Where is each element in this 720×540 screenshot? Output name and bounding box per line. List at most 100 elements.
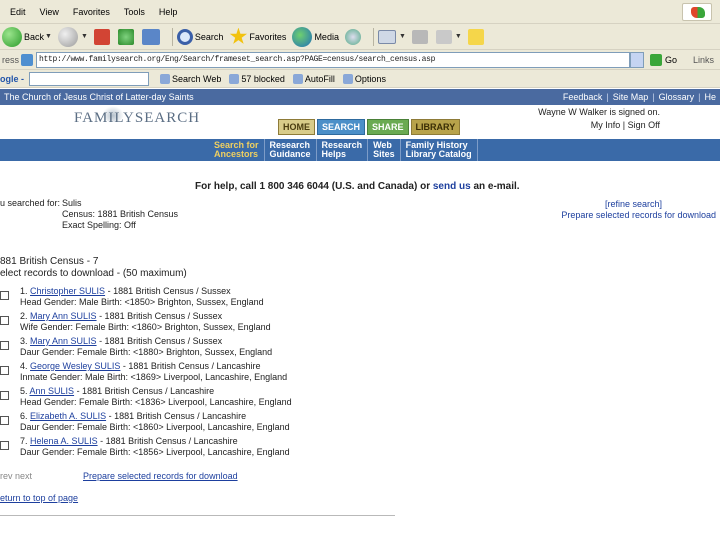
toolbar-separator [372, 27, 374, 46]
favorites-button[interactable]: Favorites [229, 27, 286, 46]
subnav-library-catalog[interactable]: Family History Library Catalog [401, 139, 478, 161]
send-us-link[interactable]: send us [433, 181, 471, 192]
list-item: 2. Mary Ann SULIS - 1881 British Census … [0, 311, 340, 336]
feedback-link[interactable]: Feedback [559, 92, 607, 102]
home-icon [141, 28, 160, 45]
record-detail: Head Gender: Female Birth: <1836> Liverp… [20, 397, 292, 407]
record-checkbox[interactable] [0, 441, 9, 450]
help-message: For help, call 1 800 346 6044 (U.S. and … [195, 181, 520, 192]
record-detail: Wife Gender: Female Birth: <1860> Bright… [20, 322, 271, 332]
record-name-link[interactable]: Helena A. SULIS [30, 436, 98, 446]
menu-edit[interactable]: Edit [10, 7, 26, 17]
menu-view[interactable]: View [40, 7, 59, 17]
autofill-button[interactable]: AutoFill [292, 73, 335, 84]
links-button[interactable]: Links [693, 55, 714, 65]
list-item: 6. Elizabeth A. SULIS - 1881 British Cen… [0, 411, 340, 436]
tab-home[interactable]: HOME [278, 119, 315, 135]
results-title: 881 British Census - 7 [0, 256, 99, 267]
home-button[interactable] [141, 28, 162, 45]
note-button[interactable] [467, 28, 486, 45]
church-title[interactable]: The Church of Jesus Christ of Latter-day… [0, 92, 194, 102]
record-name-link[interactable]: Mary Ann SULIS [30, 336, 97, 346]
print-button[interactable] [411, 29, 430, 44]
record-checkbox[interactable] [0, 341, 9, 350]
back-button[interactable]: Back ▼ [2, 26, 52, 47]
address-bar: ress http://www.familysearch.org/Eng/Sea… [0, 50, 720, 70]
media-icon [292, 26, 313, 47]
prepare-download-link-bottom[interactable]: Prepare selected records for download [83, 471, 238, 481]
return-to-top-link[interactable]: eturn to top of page [0, 493, 78, 503]
subnav-research-guidance[interactable]: Research Guidance [265, 139, 317, 161]
familysearch-header: FAMILYSEARCH HOME SEARCH SHARE LIBRARY W… [0, 105, 720, 139]
google-search-input[interactable] [29, 71, 149, 86]
media-button[interactable]: Media [292, 26, 339, 47]
refine-search-link[interactable]: [refine search] [605, 199, 662, 209]
history-icon [344, 28, 361, 45]
record-checkbox[interactable] [0, 416, 9, 425]
search-button[interactable]: Search [176, 28, 223, 45]
record-checkbox[interactable] [0, 291, 9, 300]
sign-off-link[interactable]: Sign Off [628, 120, 660, 130]
search-census: Census: 1881 British Census [62, 209, 179, 219]
mail-dropdown-icon[interactable]: ▼ [399, 33, 406, 40]
back-dropdown-icon[interactable]: ▼ [45, 33, 52, 40]
menu-tools[interactable]: Tools [124, 7, 145, 17]
help-link[interactable]: He [700, 92, 720, 102]
record-name-link[interactable]: Mary Ann SULIS [30, 311, 97, 321]
my-info-link[interactable]: My Info [591, 120, 621, 130]
forward-arrow-icon [57, 26, 78, 47]
record-checkbox[interactable] [0, 391, 9, 400]
prepare-download-link-top[interactable]: Prepare selected records for download [561, 210, 716, 220]
subnav-search-ancestors[interactable]: Search for Ancestors [209, 139, 265, 161]
search-exact-spelling: Exact Spelling: Off [62, 220, 136, 230]
google-logo[interactable]: ogle - [0, 74, 26, 84]
menu-help[interactable]: Help [159, 7, 178, 17]
results-list: 1. Christopher SULIS - 1881 British Cens… [0, 286, 340, 461]
record-name-link[interactable]: Elizabeth A. SULIS [30, 411, 106, 421]
menu-favorites[interactable]: Favorites [73, 7, 110, 17]
edit-button[interactable]: ▼ [435, 29, 462, 44]
go-button[interactable]: Go [665, 55, 677, 65]
printer-icon [411, 29, 428, 44]
record-name-link[interactable]: Christopher SULIS [30, 286, 105, 296]
google-search-web-button[interactable]: Search Web [160, 73, 221, 84]
windows-flag-icon [682, 3, 712, 21]
record-name-link[interactable]: Ann SULIS [30, 386, 75, 396]
go-arrow-icon[interactable] [650, 53, 662, 66]
main-tabs: HOME SEARCH SHARE LIBRARY [278, 119, 462, 135]
record-name-link[interactable]: George Wesley SULIS [30, 361, 120, 371]
options-button[interactable]: Options [342, 73, 386, 84]
google-toolbar: ogle - Search Web 57 blocked AutoFill Op… [0, 70, 720, 88]
record-detail: Inmate Gender: Male Birth: <1869> Liverp… [20, 372, 288, 382]
record-checkbox[interactable] [0, 366, 9, 375]
divider [0, 515, 395, 516]
subnav-research-helps[interactable]: Research Helps [317, 139, 369, 161]
tab-library[interactable]: LIBRARY [410, 119, 461, 135]
forward-button[interactable]: ▼ [57, 26, 88, 47]
history-button[interactable] [344, 28, 363, 45]
tab-share[interactable]: SHARE [367, 119, 409, 135]
tab-search[interactable]: SEARCH [317, 119, 366, 135]
list-item: 7. Helena A. SULIS - 1881 British Census… [0, 436, 340, 461]
popup-blocked-button[interactable]: 57 blocked [229, 73, 285, 84]
toolbar-separator [171, 27, 173, 46]
glossary-link[interactable]: Glossary [655, 92, 699, 102]
list-item: 4. George Wesley SULIS - 1881 British Ce… [0, 361, 340, 386]
address-input[interactable]: http://www.familysearch.org/Eng/Search/f… [36, 51, 630, 68]
list-item: 1. Christopher SULIS - 1881 British Cens… [0, 286, 340, 311]
refresh-button[interactable] [117, 28, 136, 45]
address-dropdown-icon[interactable] [630, 51, 644, 68]
record-checkbox[interactable] [0, 316, 9, 325]
edit-dropdown-icon[interactable]: ▼ [455, 33, 462, 40]
mail-button[interactable]: ▼ [377, 29, 406, 44]
site-map-link[interactable]: Site Map [609, 92, 653, 102]
familysearch-logo[interactable]: FAMILYSEARCH [74, 110, 200, 127]
page-icon [21, 53, 33, 66]
signed-in-status: Wayne W Walker is signed on. [538, 107, 660, 117]
stop-button[interactable] [93, 28, 112, 45]
autofill-icon [292, 73, 303, 84]
utility-links: Feedback | Site Map | Glossary | He [559, 92, 720, 102]
subnav-web-sites[interactable]: Web Sites [368, 139, 401, 161]
forward-dropdown-icon[interactable]: ▼ [81, 33, 88, 40]
back-arrow-icon [2, 26, 22, 47]
